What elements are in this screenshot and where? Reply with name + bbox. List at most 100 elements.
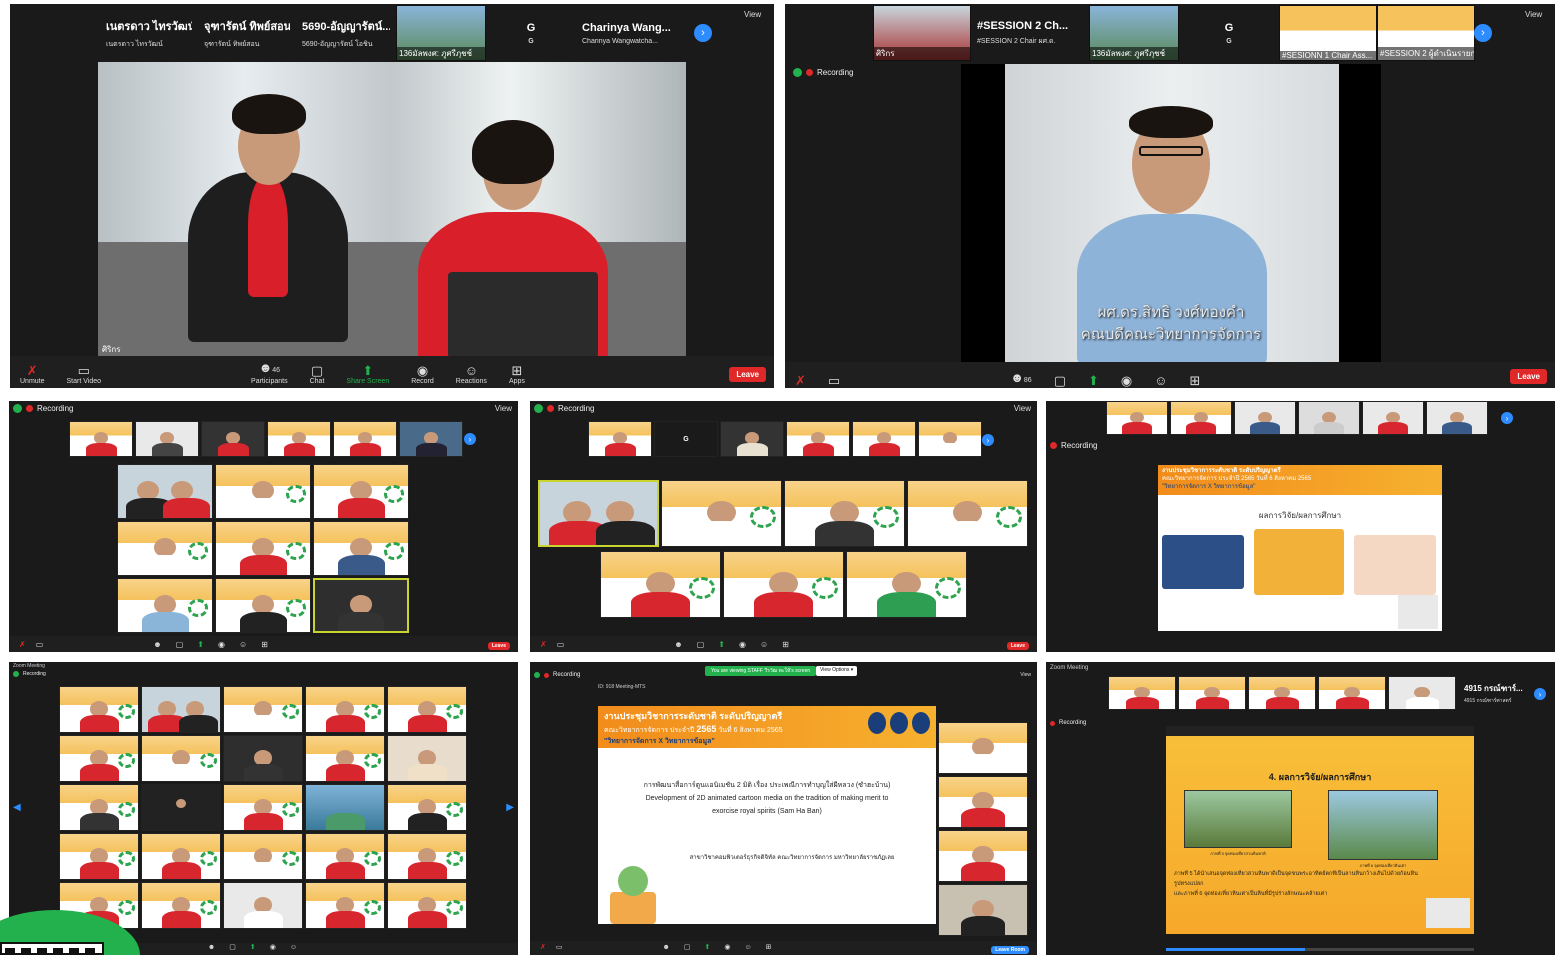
participant-tile[interactable]: Charinya Wang... Charinya Wangwatcha... [576,4,686,62]
next-page-arrow-icon[interactable]: › [1474,24,1492,42]
participant-video-tile[interactable] [1170,401,1232,435]
next-page-arrow-icon[interactable]: › [694,24,712,42]
chat-button[interactable]: ▢ [684,941,691,955]
start-video-button[interactable]: ▭ [828,374,840,388]
window-controls[interactable]: — ☐ ✕ [1291,70,1329,81]
apps-button[interactable]: ⊞ [261,638,268,652]
unmute-button[interactable]: ✗ [795,374,806,388]
leave-button[interactable]: Leave [487,642,510,650]
start-video-button[interactable]: ▭ [36,638,44,652]
participant-video-tile[interactable] [1106,401,1168,435]
participant-video-tile[interactable] [938,884,1028,936]
participant-video-tile[interactable] [786,421,850,457]
participant-video-tile[interactable] [223,882,303,929]
participant-video-tile[interactable] [201,421,265,457]
participant-video-tile[interactable] [135,421,199,457]
participant-video-tile[interactable] [59,833,139,880]
record-button[interactable]: ◉ [724,941,730,955]
participant-video-tile[interactable] [1234,401,1296,435]
participants-button[interactable]: ☻ [208,941,215,955]
participant-video-tile[interactable] [399,421,463,457]
start-video-button[interactable]: ▭ [557,638,565,652]
apps-button[interactable]: ⊞ [766,941,772,955]
progress-bar[interactable] [1166,948,1474,951]
participant-video-tile[interactable] [117,521,213,576]
participant-video-tile[interactable] [1318,676,1386,710]
participant-video-tile[interactable] [938,830,1028,882]
next-page-arrow-icon[interactable]: › [1501,412,1513,424]
participant-tile[interactable]: #SESSION 2 Ch... #SESSION 2 Chair ผศ.ด. [971,4,1089,62]
participant-video-tile[interactable] [223,833,303,880]
reactions-button[interactable]: ☺ [239,638,247,652]
participant-video-tile[interactable] [313,464,409,519]
participant-video-tile[interactable] [387,784,467,831]
participant-video-tile[interactable]: #SESIONN 1 Chair Ass... [1279,5,1377,61]
participant-video-tile[interactable] [215,521,311,576]
participant-video-tile[interactable] [907,480,1028,547]
participant-video-tile[interactable] [69,421,133,457]
participant-video-tile[interactable] [215,578,311,633]
view-button[interactable]: View [495,404,512,413]
participant-video-tile[interactable] [387,686,467,733]
participant-video-tile[interactable] [305,882,385,929]
participant-video-tile[interactable] [1178,676,1246,710]
participant-tile[interactable]: เนตรดาว ไทรวัฒน์ เนตรดาว ไทรวัฒน์ [100,4,198,62]
participant-video-tile[interactable] [223,784,303,831]
participant-video-tile[interactable] [600,551,721,618]
next-page-arrow-icon[interactable]: › [464,433,476,445]
participant-tile[interactable]: 4915 กรณ์ฑาร์... 4915 กรณ์ฑาร์ศาสตร์ [1458,676,1530,710]
participant-tile[interactable]: G G [486,4,576,62]
participant-video-tile[interactable] [784,480,905,547]
view-button[interactable]: View [744,10,761,19]
participant-video-tile[interactable] [141,735,221,782]
leave-button[interactable]: Leave [1006,642,1029,650]
record-button[interactable]: ◉ Record [411,364,434,386]
apps-button[interactable]: ⊞ [782,638,789,652]
participant-video-tile[interactable] [141,882,221,929]
record-button[interactable]: ◉ [739,638,746,652]
apps-button[interactable]: ⊞ [1190,374,1201,388]
participant-video-tile[interactable] [938,776,1028,828]
participant-tile[interactable]: G [654,421,718,457]
share-screen-button[interactable]: ⬆ [250,941,256,955]
leave-button[interactable]: Leave [729,367,766,382]
participant-video-tile[interactable] [59,686,139,733]
participant-video-tile[interactable] [333,421,397,457]
prev-page-arrow-icon[interactable]: ◀ [13,802,21,813]
record-button[interactable]: ◉ [1121,374,1132,388]
participant-video-tile[interactable] [852,421,916,457]
participants-button[interactable]: ☻ [153,638,161,652]
participant-video-tile[interactable] [1108,676,1176,710]
participant-video-tile[interactable] [305,833,385,880]
start-video-button[interactable]: ▭ [556,941,563,955]
reactions-button[interactable]: ☺ Reactions [456,364,487,386]
participant-video-tile[interactable] [1248,676,1316,710]
participant-video-tile[interactable] [141,833,221,880]
participant-video-tile[interactable] [313,578,409,633]
participant-video-tile[interactable] [117,578,213,633]
reactions-button[interactable]: ☺ [290,941,297,955]
chat-button[interactable]: ▢ [229,941,236,955]
chat-button[interactable]: ▢ [697,638,705,652]
participants-button[interactable]: ☻ [663,941,670,955]
chat-button[interactable]: ▢ [1054,374,1066,388]
participant-video-tile[interactable] [141,784,221,831]
participant-tile[interactable]: จุฑารัตน์ ทิพย์สอน จุฑารัตน์ ทิพย์สอน [198,4,296,62]
reactions-button[interactable]: ☺ [744,941,751,955]
participant-video-tile[interactable] [313,521,409,576]
unmute-button[interactable]: ✗ Unmute [20,364,45,386]
participant-video-tile[interactable] [59,784,139,831]
participant-video-tile[interactable] [387,735,467,782]
participant-video-tile[interactable] [661,480,782,547]
participant-video-tile[interactable]: 136มัลพงศ: ภูศรีภุชช์ [1089,5,1179,61]
next-page-arrow-icon[interactable]: › [982,434,994,446]
unmute-button[interactable]: ✗ [540,638,547,652]
next-page-arrow-icon[interactable]: › [1534,688,1546,700]
leave-room-button[interactable]: Leave Room [991,946,1029,954]
share-screen-button[interactable]: ⬆ [705,941,711,955]
participant-video-tile[interactable]: 136มัลพงศ: ภูศรีภุชช์ [396,5,486,61]
participant-video-tile[interactable] [141,686,221,733]
participant-tile[interactable]: 5690-อัญญารัตน์... 5690-อัญญารัตน์ โอชิน [296,4,396,62]
participant-video-tile[interactable] [305,784,385,831]
participant-video-tile[interactable] [846,551,967,618]
